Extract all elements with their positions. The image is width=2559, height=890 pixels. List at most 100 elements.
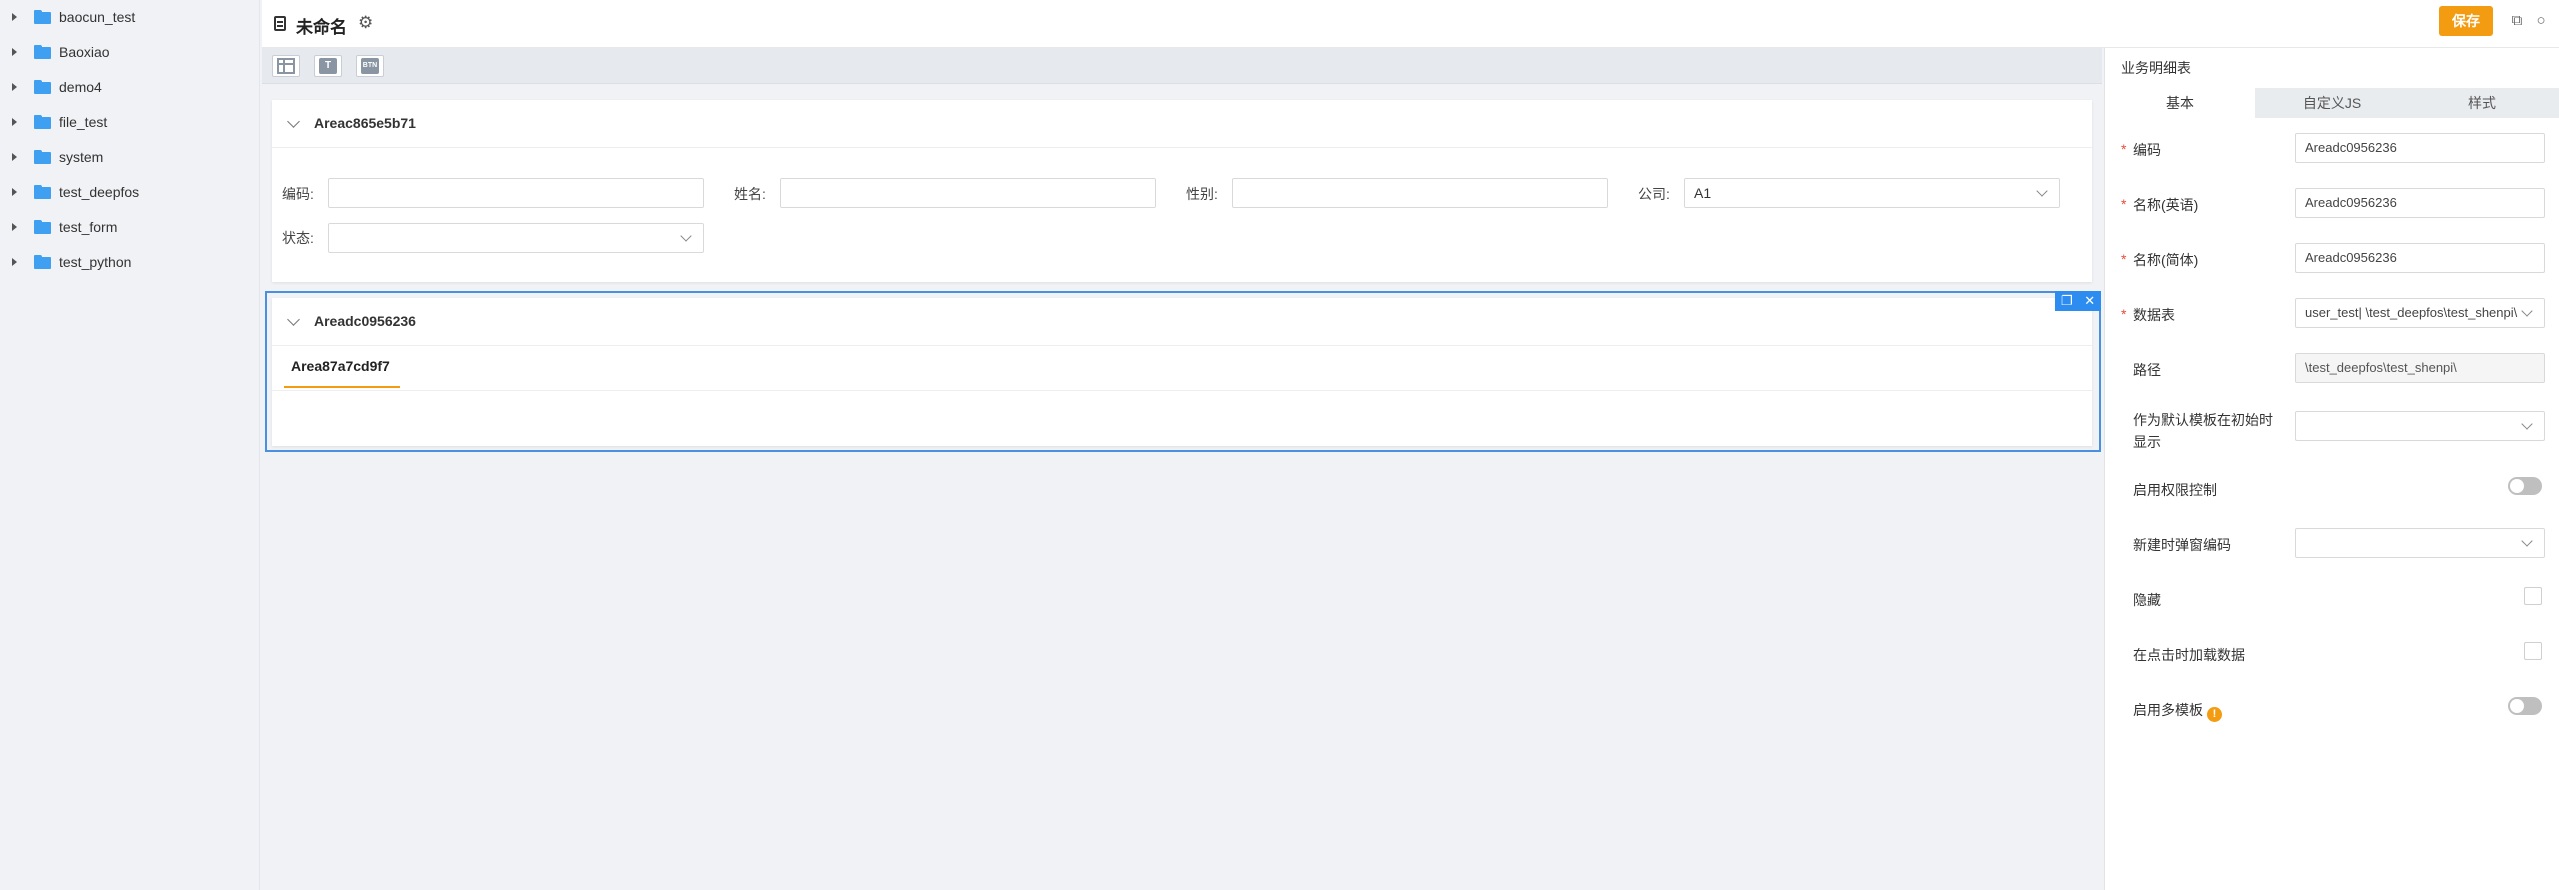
hidden-checkbox[interactable] bbox=[2524, 587, 2542, 605]
tree-item-label: demo4 bbox=[59, 79, 102, 95]
copy-icon[interactable]: ❐ bbox=[2061, 293, 2073, 309]
tree-item-baoxiao[interactable]: Baoxiao bbox=[0, 37, 260, 67]
name-input[interactable] bbox=[780, 178, 1156, 208]
tree-item-file-test[interactable]: file_test bbox=[0, 107, 260, 137]
expand-arrow-icon[interactable] bbox=[12, 48, 17, 56]
multi-template-toggle[interactable] bbox=[2508, 697, 2542, 715]
permission-toggle[interactable] bbox=[2508, 477, 2542, 495]
status-select[interactable] bbox=[328, 223, 704, 253]
expand-arrow-icon[interactable] bbox=[12, 13, 17, 21]
tab-style[interactable]: 样式 bbox=[2407, 88, 2557, 118]
code-label: 编码: bbox=[282, 186, 314, 202]
prop-label: 名称(英语) bbox=[2133, 197, 2199, 213]
code-input[interactable]: Areadc0956236 bbox=[2295, 133, 2545, 163]
properties-panel: 业务明细表 基本 自定义JS 样式 * 编码 Areadc0956236 * 名… bbox=[2104, 48, 2559, 890]
page-title: 未命名 bbox=[296, 18, 347, 37]
tree-item-baocun-test[interactable]: baocun_test bbox=[0, 2, 260, 32]
folder-icon bbox=[34, 220, 51, 234]
company-select-value: A1 bbox=[1694, 185, 1712, 201]
info-icon[interactable]: ! bbox=[2207, 707, 2222, 722]
tab-basic[interactable]: 基本 bbox=[2105, 88, 2255, 118]
collapse-chevron-icon[interactable] bbox=[287, 115, 300, 128]
save-button[interactable]: 保存 bbox=[2439, 6, 2493, 36]
editor-header: 未命名 ⚙ 保存 ⧉ ○ bbox=[262, 0, 2559, 48]
tree-item-test-form[interactable]: test_form bbox=[0, 212, 260, 242]
text-icon: T bbox=[319, 58, 337, 74]
code-input[interactable] bbox=[328, 178, 704, 208]
panel-tabs: 基本 自定义JS 样式 bbox=[2105, 88, 2559, 118]
prop-label: 路径 bbox=[2133, 362, 2161, 378]
tree-item-demo4[interactable]: demo4 bbox=[0, 72, 260, 102]
data-table-select[interactable]: user_test| \test_deepfos\test_shenpi\ bbox=[2295, 298, 2545, 328]
tree-item-label: file_test bbox=[59, 114, 108, 130]
tab-divider bbox=[272, 390, 2092, 391]
prop-label: 作为默认模板在初始时显示 bbox=[2133, 412, 2273, 450]
prop-label: 启用多模板! bbox=[2133, 699, 2283, 722]
document-icon bbox=[274, 16, 286, 31]
prop-label: 编码 bbox=[2133, 142, 2161, 158]
tree-item-label: baocun_test bbox=[59, 9, 136, 25]
gender-label: 性别: bbox=[1186, 186, 1218, 202]
expand-arrow-icon[interactable] bbox=[12, 153, 17, 161]
folder-icon bbox=[34, 185, 51, 199]
text-component-button[interactable]: T bbox=[314, 55, 342, 77]
folder-icon bbox=[34, 115, 51, 129]
lightbulb-icon[interactable]: ○ bbox=[2533, 12, 2549, 30]
expand-arrow-icon[interactable] bbox=[12, 223, 17, 231]
collapse-chevron-icon[interactable] bbox=[287, 313, 300, 326]
tree-item-test-python[interactable]: test_python bbox=[0, 247, 260, 277]
form-area[interactable]: Areac865e5b71 编码: 姓名: 性别: 公司: A1 状态: bbox=[272, 100, 2092, 282]
panel-title: 业务明细表 bbox=[2121, 60, 2191, 76]
component-toolbar: T BTN bbox=[262, 48, 2102, 84]
folder-icon bbox=[34, 10, 51, 24]
status-label: 状态: bbox=[282, 230, 314, 246]
chevron-down-icon bbox=[2521, 305, 2533, 317]
name-en-input[interactable]: Areadc0956236 bbox=[2295, 188, 2545, 218]
prop-label: 名称(简体) bbox=[2133, 252, 2199, 268]
tree-item-label: Baoxiao bbox=[59, 44, 110, 60]
folder-icon bbox=[34, 150, 51, 164]
folder-icon bbox=[34, 255, 51, 269]
prop-label: 在点击时加载数据 bbox=[2133, 647, 2245, 663]
file-tree-sidebar: baocun_test Baoxiao demo4 file_test syst… bbox=[0, 0, 260, 890]
btn-component-button[interactable]: BTN bbox=[356, 55, 384, 77]
settings-gear-icon[interactable]: ⚙ bbox=[358, 14, 373, 31]
company-label: 公司: bbox=[1638, 186, 1670, 202]
folder-icon bbox=[34, 45, 51, 59]
expand-arrow-icon[interactable] bbox=[12, 118, 17, 126]
tree-item-label: system bbox=[59, 149, 104, 165]
default-template-select[interactable] bbox=[2295, 411, 2545, 441]
close-icon[interactable]: ✕ bbox=[2084, 293, 2095, 309]
tree-item-system[interactable]: system bbox=[0, 142, 260, 172]
preview-icon[interactable]: ⧉ bbox=[2509, 12, 2525, 30]
folder-icon bbox=[34, 80, 51, 94]
multi-template-label: 启用多模板 bbox=[2133, 702, 2203, 718]
detail-area[interactable]: Areadc0956236 Area87a7cd9f7 bbox=[272, 298, 2092, 446]
expand-arrow-icon[interactable] bbox=[12, 258, 17, 266]
chevron-down-icon bbox=[2036, 185, 2048, 197]
required-asterisk: * bbox=[2121, 141, 2127, 157]
path-input: \test_deepfos\test_shenpi\ bbox=[2295, 353, 2545, 383]
required-asterisk: * bbox=[2121, 196, 2127, 212]
required-asterisk: * bbox=[2121, 251, 2127, 267]
expand-arrow-icon[interactable] bbox=[12, 188, 17, 196]
btn-icon: BTN bbox=[361, 58, 379, 74]
area-title: Areac865e5b71 bbox=[314, 115, 416, 131]
active-tab-indicator bbox=[284, 386, 400, 388]
prop-label: 隐藏 bbox=[2133, 592, 2161, 608]
gender-input[interactable] bbox=[1232, 178, 1608, 208]
prop-label: 数据表 bbox=[2133, 307, 2175, 323]
layout-component-button[interactable] bbox=[272, 55, 300, 77]
tab-custom-js[interactable]: 自定义JS bbox=[2257, 88, 2407, 118]
expand-arrow-icon[interactable] bbox=[12, 83, 17, 91]
load-on-click-checkbox[interactable] bbox=[2524, 642, 2542, 660]
company-select[interactable]: A1 bbox=[1684, 178, 2060, 208]
data-table-value: user_test| \test_deepfos\test_shenpi\ bbox=[2305, 305, 2518, 320]
popup-code-select[interactable] bbox=[2295, 528, 2545, 558]
tree-item-test-deepfos[interactable]: test_deepfos bbox=[0, 177, 260, 207]
area-header: Areac865e5b71 bbox=[272, 100, 2092, 148]
tab-area87a7cd9f7[interactable]: Area87a7cd9f7 bbox=[291, 358, 390, 374]
prop-label: 新建时弹窗编码 bbox=[2133, 537, 2231, 553]
tree-item-label: test_deepfos bbox=[59, 184, 140, 200]
name-zh-input[interactable]: Areadc0956236 bbox=[2295, 243, 2545, 273]
